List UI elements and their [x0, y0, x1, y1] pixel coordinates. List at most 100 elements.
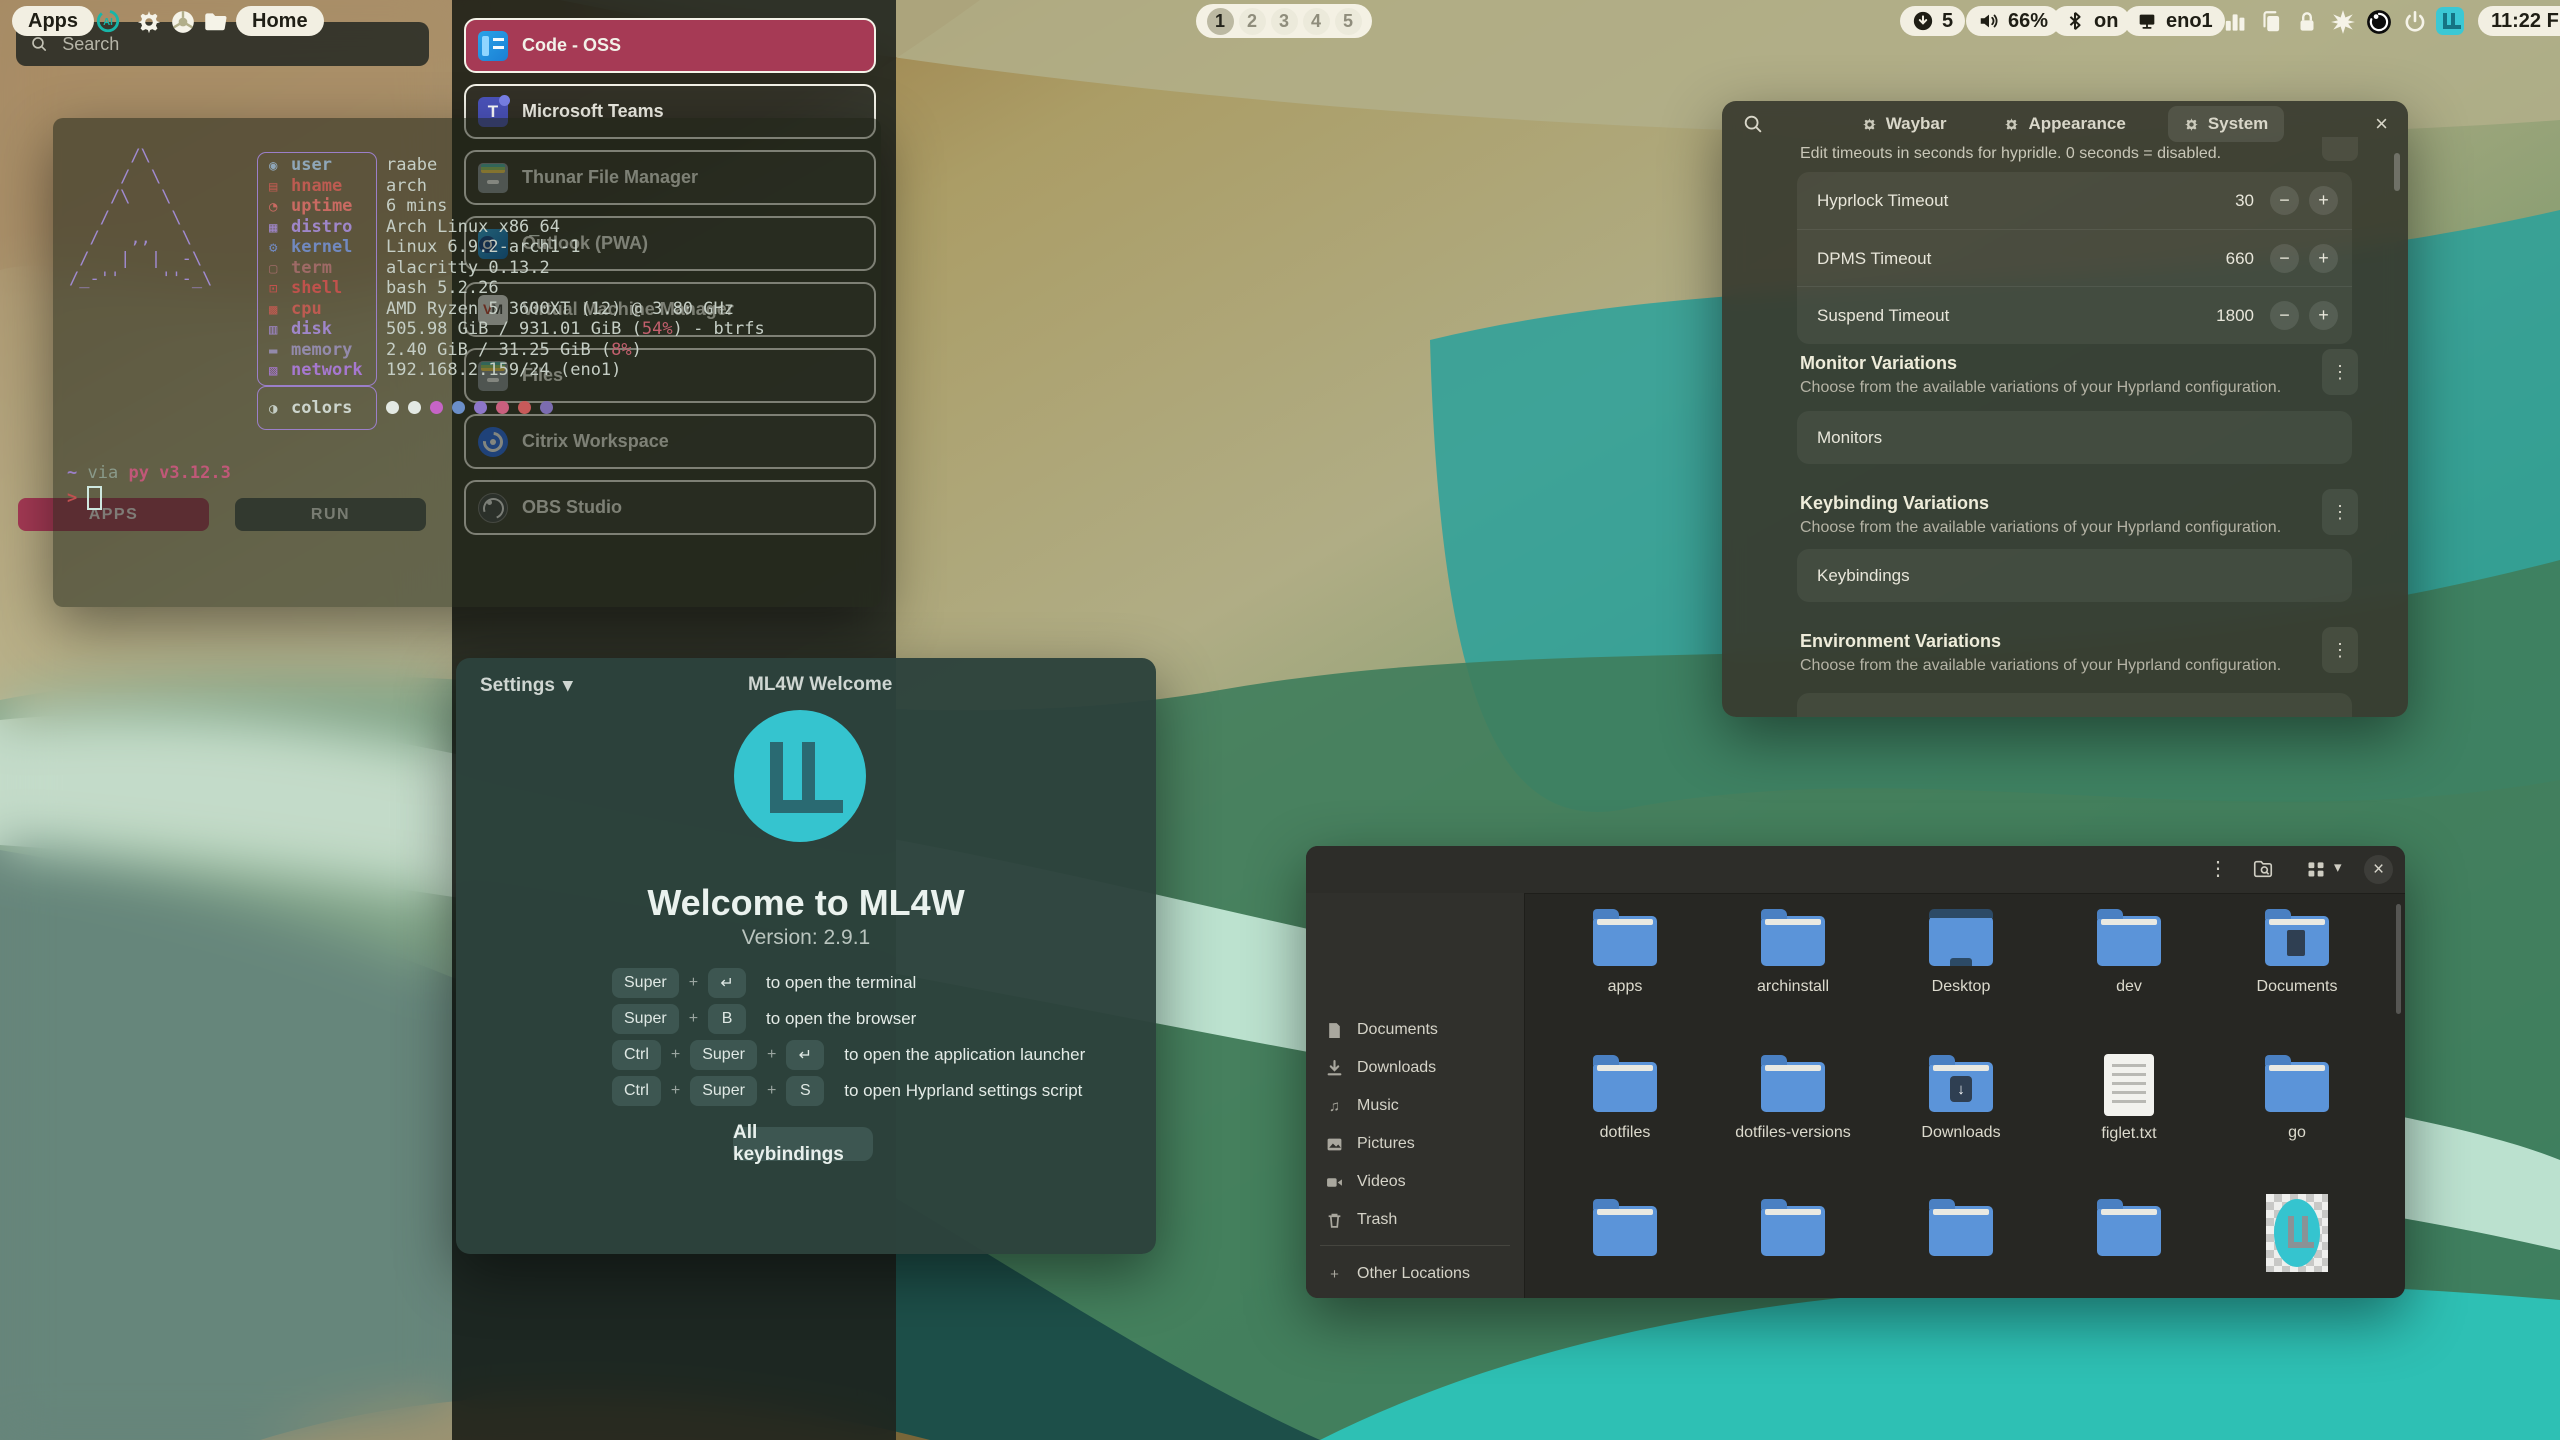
plus-button[interactable]: + [2309, 186, 2338, 215]
file-item[interactable]: go [2222, 1054, 2372, 1142]
terminal-window: /\ / \ /\ \ / \ / ,, \ / | | -\ /_-'' ''… [53, 118, 881, 607]
all-keybindings-button[interactable]: All keybindings [733, 1127, 873, 1161]
tab-appearance[interactable]: Appearance [1988, 106, 2141, 142]
minus-button[interactable]: − [2270, 186, 2299, 215]
timeout-value: 30 [2235, 191, 2254, 211]
sidebar-item-downloads[interactable]: Downloads [1316, 1051, 1524, 1085]
clipboard-icon[interactable] [2258, 9, 2284, 35]
settings-gear-icon[interactable] [136, 9, 162, 35]
file-item[interactable]: Documents [2222, 908, 2372, 996]
plus-icon: + [1326, 1266, 1343, 1283]
lock-icon[interactable] [2294, 9, 2320, 35]
clock-value: 11:22 Fri [2491, 10, 2560, 33]
file-item[interactable] [2054, 1198, 2204, 1268]
workspace-1[interactable]: 1 [1207, 8, 1234, 35]
section-title-monitor: Monitor Variations [1800, 353, 1957, 374]
volume-indicator[interactable]: 66% [1966, 6, 2060, 36]
section-desc: Choose from the available variations of … [1800, 379, 2281, 397]
files-sidebar: Documents Downloads ♫ Music Pictures Vid… [1306, 893, 1525, 1298]
bluetooth-state: on [2094, 10, 2118, 33]
folder-icon [2097, 916, 2161, 966]
file-item[interactable]: dev [2054, 908, 2204, 996]
sidebar-item-documents[interactable]: Documents [1316, 1013, 1524, 1047]
workspace-5[interactable]: 5 [1335, 8, 1362, 35]
starburst-icon[interactable] [2330, 9, 2356, 35]
keybinding-row: Super + B to open the browser [612, 1004, 916, 1034]
key-chip: Super [612, 1004, 679, 1034]
ml4w-image-thumbnail [2266, 1194, 2328, 1272]
file-item[interactable]: apps [1550, 908, 1700, 996]
kernel-icon: ⚙ [269, 238, 291, 259]
folder-icon [1761, 1062, 1825, 1112]
sidebar-item-music[interactable]: ♫ Music [1316, 1089, 1524, 1123]
file-item[interactable]: ↓Downloads [1886, 1054, 2036, 1142]
file-item[interactable] [2222, 1194, 2372, 1274]
file-item[interactable] [1550, 1198, 1700, 1268]
home-button[interactable]: Home [236, 6, 324, 36]
grid-view-icon[interactable] [2306, 859, 2326, 885]
welcome-settings-menu[interactable]: Settings ▾ [480, 674, 573, 697]
palette-icon: ◑ [269, 399, 291, 420]
minus-button[interactable]: − [2270, 301, 2299, 330]
plus-button[interactable]: + [2309, 244, 2338, 273]
environment-kebab-button[interactable]: ⋮ [2322, 627, 2358, 673]
ip-icon: ▧ [269, 361, 291, 382]
workspace-3[interactable]: 3 [1271, 8, 1298, 35]
host-icon: ▤ [269, 177, 291, 198]
network-indicator[interactable]: eno1 [2124, 6, 2225, 36]
fetch-row: ◔uptime6 mins [269, 196, 869, 217]
key-chip: Ctrl [612, 1076, 661, 1106]
workspace-4[interactable]: 4 [1303, 8, 1330, 35]
settings-scrollbar[interactable] [2394, 153, 2400, 191]
tab-waybar[interactable]: Waybar [1846, 106, 1963, 142]
file-item[interactable]: archinstall [1718, 908, 1868, 996]
minus-button[interactable]: − [2270, 244, 2299, 273]
apps-menu-button[interactable]: Apps [12, 6, 94, 36]
ai-updater-icon[interactable]: AI [95, 8, 121, 34]
view-options-caret-icon[interactable]: ▾ [2334, 858, 2342, 876]
file-item[interactable]: figlet.txt [2054, 1054, 2204, 1143]
file-item[interactable]: Desktop [1886, 908, 2036, 996]
files-window: ⋮ ▾ × Documents Downloads ♫ Music [1306, 846, 2405, 1298]
sidebar-item-other-locations[interactable]: + Other Locations [1316, 1257, 1524, 1291]
monitors-row: Monitors 2560x1440@120.conf ▾ [1797, 411, 2352, 464]
file-item[interactable]: dotfiles-versions [1718, 1054, 1868, 1142]
tab-system[interactable]: System [2168, 106, 2284, 142]
files-scrollbar[interactable] [2396, 904, 2401, 1014]
key-chip: B [708, 1004, 746, 1034]
updates-indicator[interactable]: 5 [1900, 6, 1965, 36]
sidebar-item-pictures[interactable]: Pictures [1316, 1127, 1524, 1161]
speaker-icon [1978, 10, 2000, 32]
sidebar-item-videos[interactable]: Videos [1316, 1165, 1524, 1199]
file-item[interactable] [1718, 1198, 1868, 1268]
clipped-kebab-button[interactable] [2322, 137, 2358, 161]
workspace-2[interactable]: 2 [1239, 8, 1266, 35]
obs-icon[interactable] [2366, 9, 2392, 35]
keybinding-kebab-button[interactable]: ⋮ [2322, 489, 2358, 535]
menu-kebab-icon[interactable]: ⋮ [2208, 856, 2228, 881]
svg-text:AI: AI [103, 17, 113, 28]
hyprland-settings-window: Waybar Appearance System × Edit timeouts… [1722, 101, 2408, 717]
welcome-heading: Welcome to ML4W [456, 882, 1156, 924]
power-icon[interactable] [2402, 9, 2428, 35]
sidebar-item-trash[interactable]: Trash [1316, 1203, 1524, 1237]
monitor-kebab-button[interactable]: ⋮ [2322, 349, 2358, 395]
plus-button[interactable]: + [2309, 301, 2338, 330]
keybinding-row: Ctrl + Super + ↵ to open the application… [612, 1040, 1085, 1070]
browser-chrome-icon[interactable] [170, 9, 196, 35]
bluetooth-indicator[interactable]: on [2052, 6, 2130, 36]
file-item[interactable] [1886, 1198, 2036, 1268]
clock[interactable]: 11:22 Fri [2478, 6, 2560, 36]
close-icon[interactable]: × [2375, 111, 2388, 137]
fetch-row: ▬memory2.40 GiB / 31.25 GiB (8%) [269, 340, 869, 361]
ml4w-logo-icon[interactable] [2436, 7, 2464, 35]
stats-icon[interactable] [2222, 9, 2248, 35]
file-item[interactable]: dotfiles [1550, 1054, 1700, 1142]
fetch-row: ⚙kernelLinux 6.9.2-arch1-1 [269, 237, 869, 258]
folder-search-icon[interactable] [2252, 858, 2274, 886]
file-manager-icon[interactable] [202, 9, 228, 35]
key-chip: S [786, 1076, 824, 1106]
key-chip: ↵ [708, 968, 746, 998]
color-palette [386, 401, 553, 414]
close-icon[interactable]: × [2364, 855, 2393, 884]
